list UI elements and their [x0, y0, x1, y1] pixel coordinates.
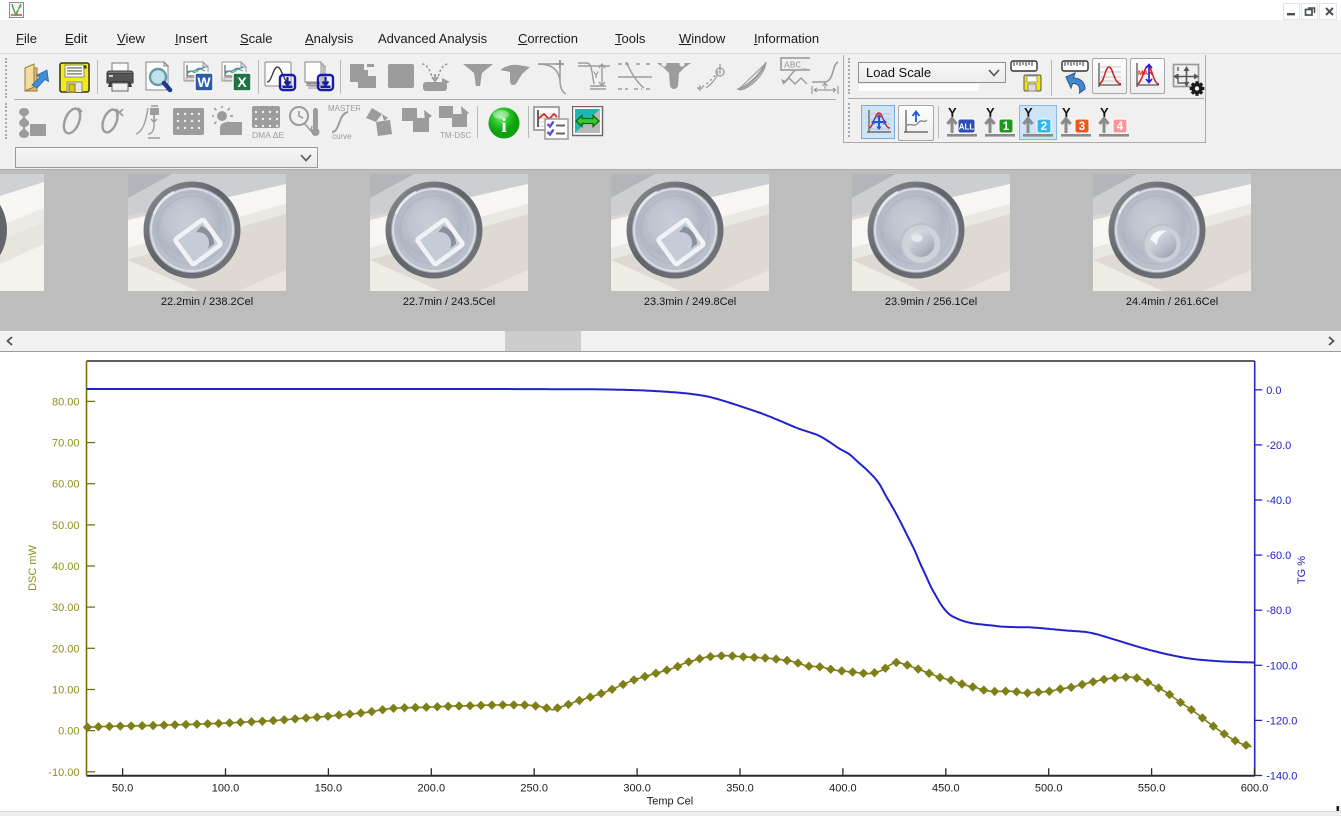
svg-text:40.00: 40.00	[52, 561, 80, 573]
svg-text:-10.00: -10.00	[48, 767, 79, 779]
svg-text:30.00: 30.00	[52, 602, 80, 614]
svg-text:1: 1	[1003, 121, 1010, 133]
svg-text:-120.0: -120.0	[1266, 715, 1297, 727]
svg-text:3: 3	[1079, 121, 1085, 133]
svg-text:0.00: 0.00	[58, 726, 79, 738]
svg-text:Temp Cel: Temp Cel	[647, 796, 693, 808]
svg-text:Y: Y	[593, 70, 599, 80]
svg-text:0.0: 0.0	[1266, 385, 1281, 397]
svg-text:70.00: 70.00	[52, 438, 80, 450]
svg-text:W: W	[197, 74, 211, 90]
svg-text:450.0: 450.0	[932, 783, 960, 795]
svg-text:TM-DSC: TM-DSC	[440, 131, 471, 140]
svg-text:10.00: 10.00	[52, 685, 80, 697]
svg-text:50.0: 50.0	[112, 783, 133, 795]
svg-text:DSC mW: DSC mW	[27, 544, 39, 590]
svg-text:-100.0: -100.0	[1266, 660, 1297, 672]
svg-text:250.0: 250.0	[520, 783, 548, 795]
svg-text:-60.0: -60.0	[1266, 550, 1291, 562]
svg-text:TG %: TG %	[1296, 556, 1308, 584]
svg-text:-40.0: -40.0	[1266, 495, 1291, 507]
svg-text:X: X	[237, 74, 247, 90]
svg-text:600.0: 600.0	[1241, 783, 1269, 795]
svg-text:500.0: 500.0	[1035, 783, 1063, 795]
svg-text:ABC_: ABC_	[784, 60, 807, 71]
svg-text:150.0: 150.0	[315, 783, 343, 795]
svg-text:2: 2	[1041, 121, 1047, 133]
svg-text:curve: curve	[332, 132, 352, 140]
svg-text:-140.0: -140.0	[1266, 771, 1297, 783]
svg-text:MASTER: MASTER	[328, 104, 360, 113]
svg-text:DMA ΔE: DMA ΔE	[252, 130, 284, 140]
svg-text:MAX: MAX	[1138, 70, 1153, 77]
svg-text:550.0: 550.0	[1138, 783, 1166, 795]
svg-text:-20.0: -20.0	[1266, 440, 1291, 452]
svg-text:-80.0: -80.0	[1266, 605, 1291, 617]
svg-text:350.0: 350.0	[726, 783, 754, 795]
svg-text:100.0: 100.0	[212, 783, 240, 795]
svg-text:60.00: 60.00	[52, 479, 80, 491]
svg-text:200.0: 200.0	[418, 783, 446, 795]
svg-text:4: 4	[1117, 121, 1124, 133]
svg-text:i: i	[501, 115, 507, 137]
svg-text:50.00: 50.00	[52, 520, 80, 532]
svg-text:300.0: 300.0	[623, 783, 651, 795]
svg-text:ALL: ALL	[959, 123, 975, 132]
svg-text:20.00: 20.00	[52, 643, 80, 655]
svg-text:400.0: 400.0	[829, 783, 857, 795]
svg-text:80.00: 80.00	[52, 396, 80, 408]
